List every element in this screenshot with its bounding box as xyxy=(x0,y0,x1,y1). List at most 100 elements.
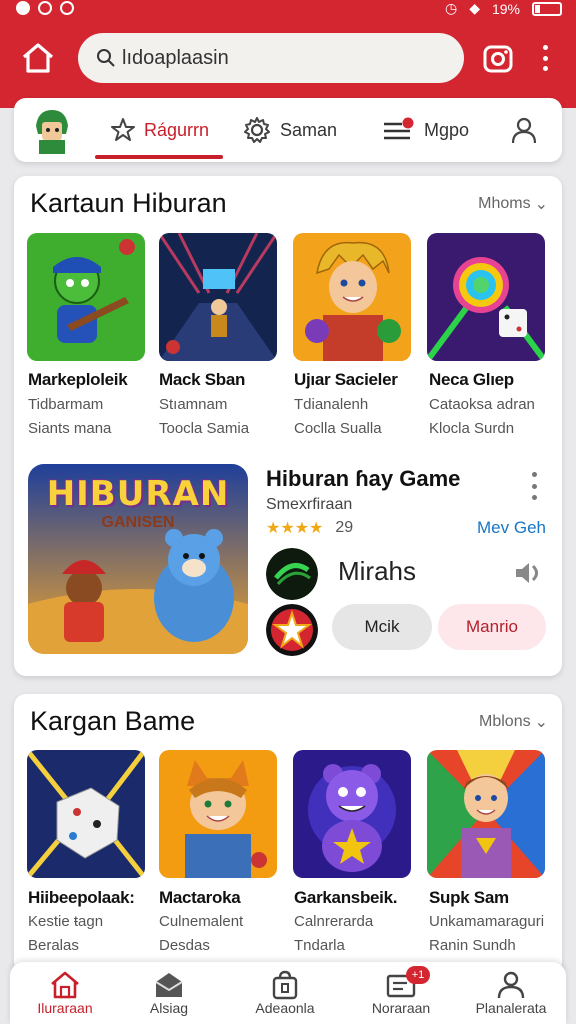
game-meta: Desdas xyxy=(159,937,210,954)
tab-label: Mgpo xyxy=(424,119,470,140)
game-meta: Toocla Samia xyxy=(159,420,250,437)
active-tab-indicator xyxy=(95,155,223,159)
game-thumb-3[interactable] xyxy=(293,233,411,361)
search-bar[interactable] xyxy=(78,33,464,83)
game-subtitle: Calnrerarda xyxy=(294,913,374,930)
chevron-down-icon: ⌄ xyxy=(534,714,548,731)
tab-label: Rágurrn xyxy=(144,119,210,140)
game-subtitle: Stıamnam xyxy=(159,396,228,413)
neon-game-icon[interactable] xyxy=(266,548,318,600)
game-subtitle: Kestie ŧagn xyxy=(28,913,104,930)
search-icon xyxy=(97,49,115,67)
home-icon xyxy=(51,971,79,999)
nav-profile[interactable]: Planalerata xyxy=(456,962,566,1024)
tab-list[interactable]: Mgpo xyxy=(382,98,469,162)
game-title: Hiibeepolaak: xyxy=(28,888,135,907)
notification-badge: +1 xyxy=(406,966,430,984)
see-more-label: Mhoms xyxy=(478,195,531,212)
banner-subtitle: GANISEN xyxy=(101,514,175,531)
status-icons-left xyxy=(16,1,74,15)
game-title: Neca Glıep xyxy=(429,370,514,389)
tab-label: Saman xyxy=(280,119,338,140)
mini-game-name: Mirahs xyxy=(338,556,417,586)
nav-label: Planalerata xyxy=(475,1000,547,1016)
game-meta: Ranin Sundh xyxy=(429,937,516,954)
see-game-link[interactable]: Mev Geh xyxy=(477,518,546,538)
notification-icon xyxy=(16,1,30,15)
game-thumb-7[interactable] xyxy=(293,750,411,878)
section-card-games: Kargan Bame Mblons ⌄ Hiibeepolaak: Kesti… xyxy=(14,694,562,974)
nav-shop[interactable]: Adeaonla xyxy=(230,962,340,1024)
nav-home[interactable]: Iluraraan xyxy=(10,962,120,1024)
nav-label: Iluraraan xyxy=(37,1000,93,1016)
bag-icon xyxy=(272,970,298,1000)
game-title: Supk Sam xyxy=(429,888,509,907)
game-thumb-8[interactable] xyxy=(427,750,545,878)
star-icon xyxy=(111,118,135,141)
featured-title[interactable]: Hiburan ɦay Game xyxy=(266,466,460,492)
nav-label: Alsiag xyxy=(149,1000,189,1016)
tab-settings[interactable]: Saman xyxy=(242,98,337,162)
pink-action-button[interactable]: Manrio xyxy=(438,604,546,650)
game-meta: Beralas xyxy=(28,937,79,954)
tab-featured[interactable]: Rágurrn xyxy=(110,98,209,162)
home-icon[interactable] xyxy=(20,40,56,76)
rating-count: 29 xyxy=(335,519,354,536)
section-title: Kargan Bame xyxy=(30,706,196,736)
game-meta: Coclla Sualla xyxy=(294,420,382,437)
game-subtitle: Culnemalent xyxy=(159,913,244,930)
status-icons-right: ◷ ◆ 19% xyxy=(445,0,562,17)
camera-icon[interactable] xyxy=(482,42,514,74)
star-icon: ★★★★ xyxy=(266,520,324,537)
nav-label: Noraraan xyxy=(371,1000,431,1016)
overflow-menu-icon[interactable] xyxy=(532,472,538,500)
game-thumb-2[interactable] xyxy=(159,233,277,361)
battery-icon xyxy=(532,1,562,16)
mail-icon xyxy=(155,973,183,997)
top-bar: ◷ ◆ 19% xyxy=(0,0,576,108)
profile-icon xyxy=(497,971,525,999)
chevron-down-icon: ⌄ xyxy=(534,196,548,213)
see-more-link[interactable]: Mhoms ⌄ xyxy=(478,194,548,214)
game-subtitle: Unkamamaraguri xyxy=(429,913,545,930)
rating: ★★★★ 29 xyxy=(266,518,353,538)
game-thumb-5[interactable] xyxy=(27,750,145,878)
more-options-icon[interactable] xyxy=(536,42,554,74)
profile-icon[interactable] xyxy=(510,116,538,144)
status-bar: ◷ ◆ 19% xyxy=(0,0,576,20)
see-more-link[interactable]: Mblons ⌄ xyxy=(479,712,548,732)
gear-icon xyxy=(244,117,270,143)
game-subtitle: Cataoksa adran xyxy=(429,396,535,413)
bottom-navigation: Iluraraan Alsiag Adeaonla Noraraan +1 Pl… xyxy=(10,962,566,1024)
alarm-icon: ◷ xyxy=(444,0,458,16)
avatar[interactable] xyxy=(30,106,74,154)
game-meta: Siants mana xyxy=(28,420,112,437)
game-title: Mack Sban xyxy=(159,370,246,389)
grey-action-button[interactable]: Mcik xyxy=(332,604,432,650)
wifi-icon: ◆ xyxy=(469,0,480,16)
featured-subtitle: Smexrfiraan xyxy=(266,496,353,513)
featured-game-banner[interactable]: HIBURAN GANISEN xyxy=(28,464,248,654)
section-title: Kartaun Hiburan xyxy=(30,188,227,218)
banner-title: HIBURAN xyxy=(46,474,230,514)
game-thumb-1[interactable] xyxy=(27,233,145,361)
nav-messages[interactable]: Alsiag xyxy=(114,962,224,1024)
battery-percent: 19% xyxy=(491,0,520,17)
speaker-icon[interactable] xyxy=(514,560,542,586)
game-title: Mactaroka xyxy=(159,888,241,907)
search-input[interactable] xyxy=(122,46,442,70)
game-subtitle: Tdianalenh xyxy=(294,396,369,413)
game-thumb-4[interactable] xyxy=(427,233,545,361)
game-title: Garkansbeik. xyxy=(294,888,398,907)
game-thumb-6[interactable] xyxy=(159,750,277,878)
game-meta: Klocla Surdn xyxy=(429,420,515,437)
nav-inbox[interactable]: Noraraan +1 xyxy=(346,962,456,1024)
category-tabs: Rágurrn Saman Mgpo xyxy=(14,98,562,162)
settings-status-icon xyxy=(60,1,74,15)
game-meta: Tndarla xyxy=(294,937,345,954)
star-game-icon[interactable] xyxy=(266,604,318,656)
game-title: Ujıar Sacieler xyxy=(294,370,398,389)
list-icon xyxy=(384,117,414,140)
section-card-entertainment: Kartaun Hiburan Mhoms ⌄ Markeploleik Tid… xyxy=(14,176,562,676)
game-subtitle: Tidbarmam xyxy=(28,396,104,413)
